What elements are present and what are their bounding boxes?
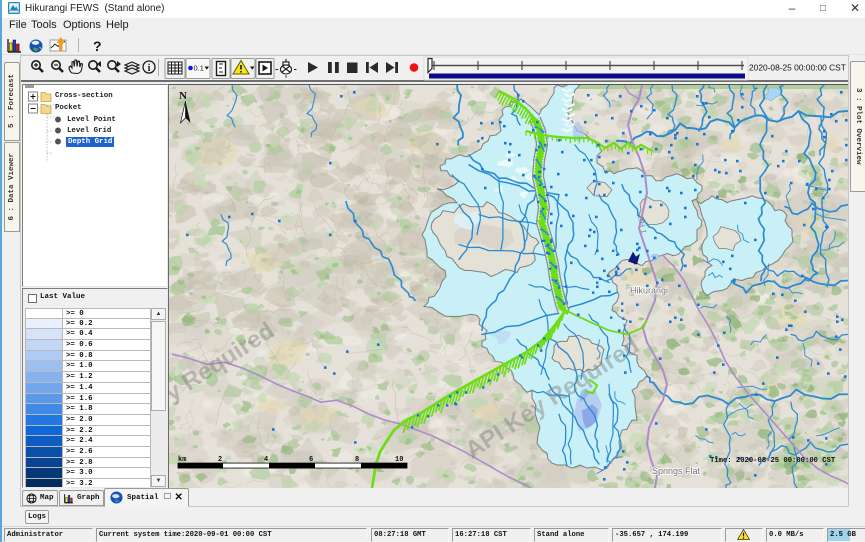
- svg-text:i: i: [148, 63, 151, 74]
- svg-text:Springs Flat: Springs Flat: [652, 466, 700, 476]
- svg-text:N: N: [179, 90, 187, 102]
- svg-text:km: km: [178, 456, 186, 464]
- svg-text:Time: 2020-08-25 00:00:00 CST: Time: 2020-08-25 00:00:00 CST: [710, 457, 836, 465]
- svg-text:?: ?: [93, 38, 102, 54]
- svg-text:8: 8: [355, 456, 359, 464]
- svg-text:2020-08-25 00:00:00 CST: 2020-08-25 00:00:00 CST: [749, 63, 846, 73]
- svg-text:4: 4: [264, 456, 268, 464]
- svg-text:Hikurangi: Hikurangi: [630, 285, 668, 295]
- svg-text:0.1: 0.1: [194, 64, 204, 73]
- svg-text:10: 10: [395, 456, 403, 464]
- svg-text:2: 2: [218, 456, 222, 464]
- svg-text:6: 6: [309, 456, 313, 464]
